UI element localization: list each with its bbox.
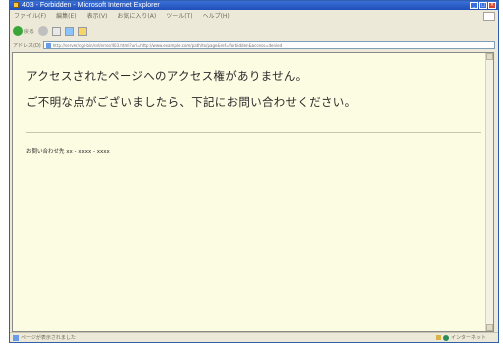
maximize-icon[interactable]: □ [479,2,487,9]
home-button[interactable] [78,26,88,37]
back-arrow-icon [13,26,23,36]
browser-window: 403 - Forbidden - Microsoft Internet Exp… [9,0,499,343]
menu-tools[interactable]: ツール(T) [166,12,192,22]
stop-icon [52,26,62,36]
menu-view[interactable]: 表示(V) [87,12,108,22]
menu-favorites[interactable]: お気に入り(A) [117,12,156,22]
menu-edit[interactable]: 編集(E) [56,12,76,22]
menu-help[interactable]: ヘルプ(H) [203,12,230,22]
back-button[interactable]: 戻る [13,26,34,37]
refresh-icon [65,26,75,36]
toolbar: 戻る [10,24,498,38]
refresh-button[interactable] [65,26,75,37]
window-controls: _ □ × [470,2,496,9]
windows-logo-icon [483,12,495,21]
status-text: ページが表示されました [21,335,76,341]
divider [26,132,481,133]
title-bar: 403 - Forbidden - Microsoft Internet Exp… [10,1,498,10]
status-page-icon [13,334,19,341]
lock-icon [435,335,441,340]
back-label: 戻る [24,28,35,35]
zone-label: インターネット [450,335,486,341]
scroll-up-icon[interactable] [486,53,493,60]
address-field[interactable]: http://server/cgi-bin/ssl/error/403.html… [42,41,495,49]
scroll-down-icon[interactable] [486,324,493,331]
close-icon[interactable]: × [488,2,496,9]
stop-button[interactable] [52,26,62,37]
address-bar: アドレス(D) http://server/cgi-bin/ssl/error/… [10,40,498,50]
page-content: アクセスされたページへのアクセス権がありません。 ご不明な点がございましたら、下… [12,52,494,332]
error-message-line1: アクセスされたページへのアクセス権がありません。 [26,69,308,83]
forward-arrow-icon [38,26,49,36]
error-message-line2: ご不明な点がございましたら、下記にお問い合わせください。 [26,95,357,109]
window-title: 403 - Forbidden - Microsoft Internet Exp… [22,2,160,9]
page-icon [45,42,51,48]
status-bar: ページが表示されました インターネット [10,332,498,342]
address-label: アドレス(D) [13,42,41,49]
home-icon [78,26,88,36]
contact-info: お問い合わせ先 xx - xxxx - xxxx [26,149,110,155]
internet-zone-icon [442,334,449,341]
status-zone: インターネット [435,334,486,341]
minimize-icon[interactable]: _ [470,2,478,9]
ie-icon [13,2,19,8]
menu-file[interactable]: ファイル(F) [14,12,46,22]
menu-bar: ファイル(F) 編集(E) 表示(V) お気に入り(A) ツール(T) ヘルプ(… [10,12,498,22]
forward-button[interactable] [38,26,49,37]
vertical-scrollbar[interactable] [485,53,493,331]
address-url[interactable]: http://server/cgi-bin/ssl/error/403.html… [53,43,282,48]
